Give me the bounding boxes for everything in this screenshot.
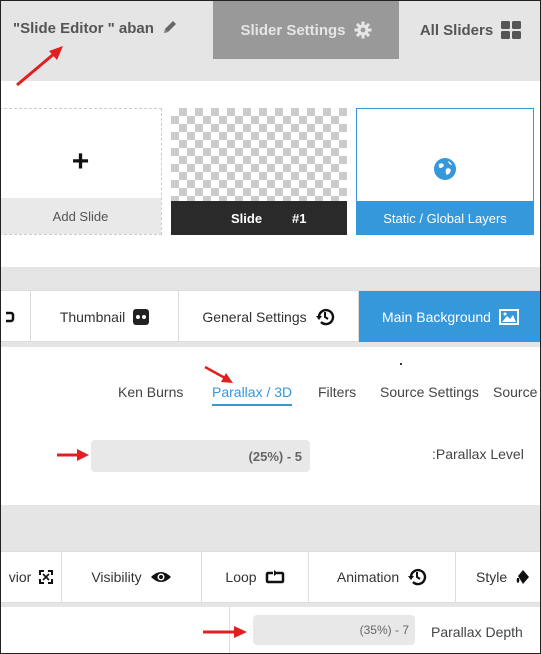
subtab-filters[interactable]: Filters [318,384,356,400]
link-icon [5,311,14,322]
tab-general-settings[interactable]: General Settings [179,291,359,342]
tab-partial-left[interactable] [1,291,31,342]
expand-icon [39,570,54,584]
slide-editor-title-text: "Slide Editor " aban [13,20,154,37]
tab-thumbnail-label: Thumbnail [59,308,126,325]
slide-number: #1 [292,211,307,226]
slide-caption: Slide #1 [171,201,347,235]
slide-thumbnail[interactable]: Slide #1 [171,108,347,235]
globe-icon-wrap [357,157,533,181]
tab-behavior[interactable]: vior [1,552,62,602]
tab-main-background[interactable]: Main Background [359,291,540,342]
editor-header: "Slide Editor " aban Slider Settings All… [1,1,540,59]
parallax-level-select[interactable]: (25%) - 5 [91,440,310,472]
subtab-source[interactable]: Source [493,384,537,400]
slider-settings-label: Slider Settings [240,21,346,39]
layer-settings-tabs: vior Visibility Loop Animation Style [1,551,540,603]
slide-editor-title[interactable]: "Slide Editor " aban [13,19,178,37]
tab-animation-label: Animation [336,569,400,585]
tab-thumbnail[interactable]: Thumbnail [31,291,179,342]
parallax-level-value: (25%) - 5 [248,448,302,464]
tab-style-label: Style [476,569,508,585]
subtab-ken-burns[interactable]: Ken Burns [118,384,183,400]
parallax-depth-value: (35%) - 7 [359,623,409,637]
background-settings-panel: Ken Burns Parallax / 3D Filters Source S… [1,347,540,505]
main-settings-tabs: Thumbnail General Settings Main Backgrou… [1,290,540,342]
tab-visibility[interactable]: Visibility [62,552,202,602]
pencil-icon[interactable] [162,19,178,35]
image-icon [498,308,519,325]
history-icon [315,308,334,325]
dot-marker [400,363,402,365]
tab-main-background-label: Main Background [382,308,491,325]
parallax-depth-label: Parallax Depth [431,624,523,640]
tab-visibility-label: Visibility [91,569,142,585]
subtab-parallax-3d[interactable]: Parallax / 3D [212,384,293,406]
tab-loop-label: Loop [225,569,257,585]
slider-settings-tab[interactable]: Slider Settings [213,1,399,59]
history-icon [408,568,427,586]
parallax-depth-row: (35%) - 7 Parallax Depth [1,607,540,653]
subtab-source-settings[interactable]: Source Settings [380,384,479,400]
add-slide-card[interactable]: + Add Slide [1,108,162,235]
add-slide-label: Add Slide [1,198,161,234]
grid-icon [501,21,522,39]
gear-icon [354,21,372,39]
all-sliders-label: All Sliders [419,21,494,39]
annotation-arrow-parallax-depth [203,626,247,638]
tab-behavior-label: vior [8,569,32,585]
static-layers-label: Static / Global Layers [356,201,534,235]
transparent-background-preview [171,108,347,201]
thumbnail-icon [133,308,150,325]
parallax-depth-select[interactable]: (35%) - 7 [253,615,415,645]
annotation-arrow-parallax-level [57,449,89,461]
all-sliders-tab[interactable]: All Sliders [399,1,540,59]
loop-icon [265,570,284,584]
globe-icon [434,158,456,180]
tab-animation[interactable]: Animation [309,552,456,602]
paint-bucket-icon [516,570,530,584]
tab-style[interactable]: Style [456,552,540,602]
plus-icon: + [71,145,90,178]
eye-icon [150,572,171,582]
annotation-arrow-parallax-tab [204,365,233,383]
static-global-layers-card[interactable]: Static / Global Layers [356,108,534,235]
parallax-level-label: :Parallax Level [432,446,524,462]
annotation-arrow-editor-title [16,46,63,87]
slides-panel: + Add Slide Slide #1 Static / Global Lay… [1,81,540,267]
slide-name: Slide [231,211,263,226]
tab-loop[interactable]: Loop [202,552,309,602]
slide-editor-screen: "Slide Editor " aban Slider Settings All… [0,0,541,654]
tab-general-settings-label: General Settings [202,308,307,325]
